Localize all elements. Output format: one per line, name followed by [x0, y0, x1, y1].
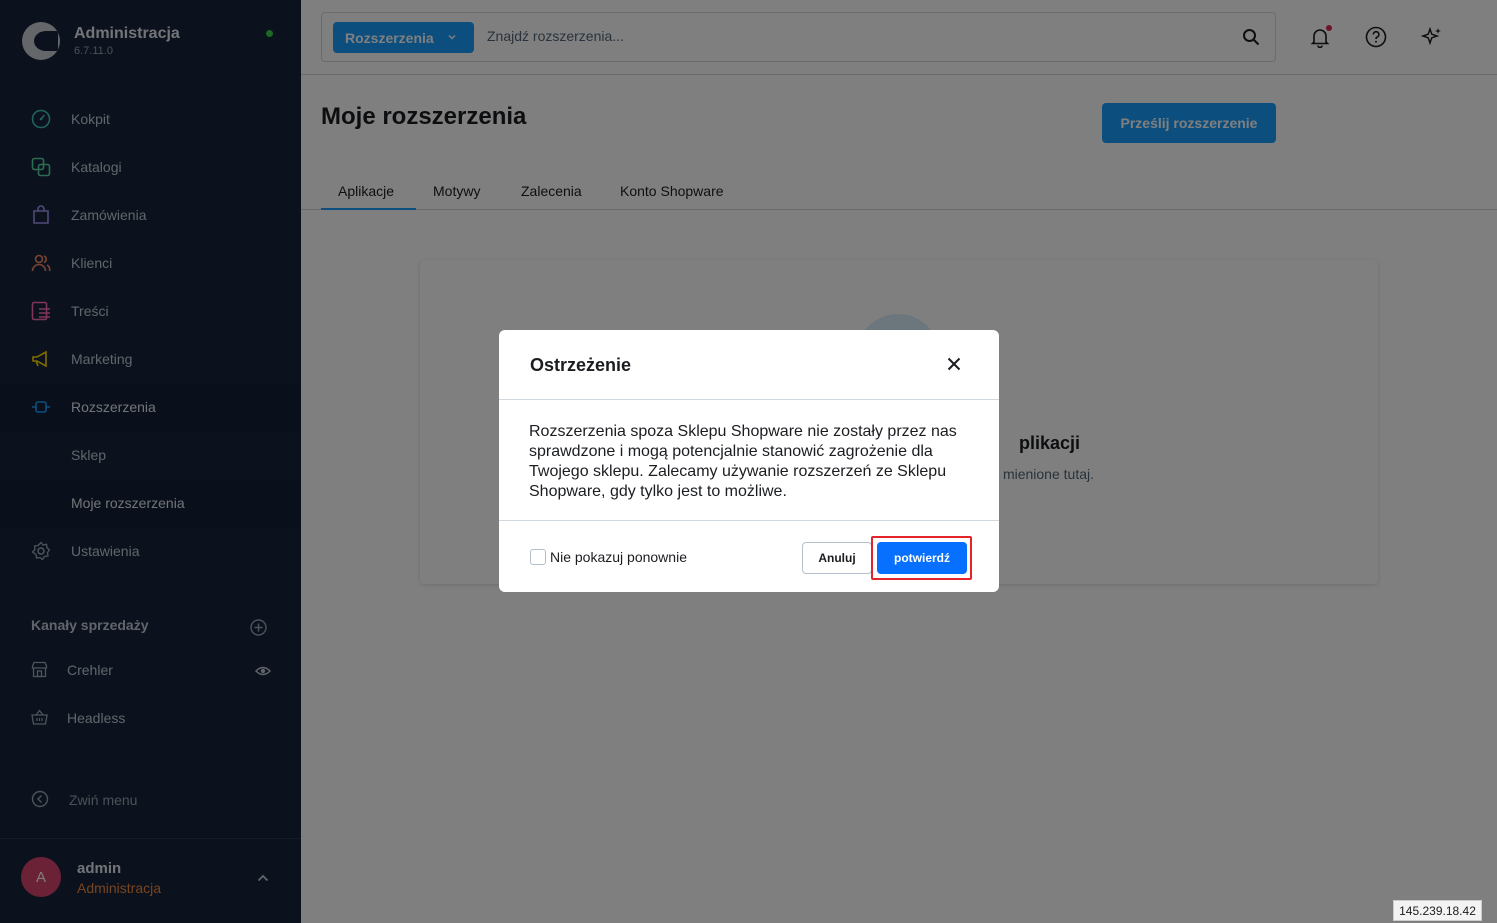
ip-address-badge: 145.239.18.42 — [1393, 900, 1482, 921]
modal-body-text: Rozszerzenia spoza Sklepu Shopware nie z… — [529, 423, 957, 500]
checkbox-label: Nie pokazuj ponownie — [550, 549, 687, 565]
modal-footer: Nie pokazuj ponownie Anuluj potwierdź — [499, 520, 999, 592]
modal-title: Ostrzeżenie — [530, 355, 632, 375]
confirm-button[interactable]: potwierdź — [877, 542, 967, 574]
modal-header: Ostrzeżenie — [499, 330, 999, 400]
checkbox-box[interactable] — [530, 549, 546, 565]
close-icon[interactable] — [947, 357, 961, 371]
warning-modal: Ostrzeżenie Rozszerzenia spoza Sklepu Sh… — [499, 330, 999, 592]
dont-show-again-checkbox[interactable]: Nie pokazuj ponownie — [530, 549, 687, 565]
cancel-button[interactable]: Anuluj — [802, 542, 872, 574]
